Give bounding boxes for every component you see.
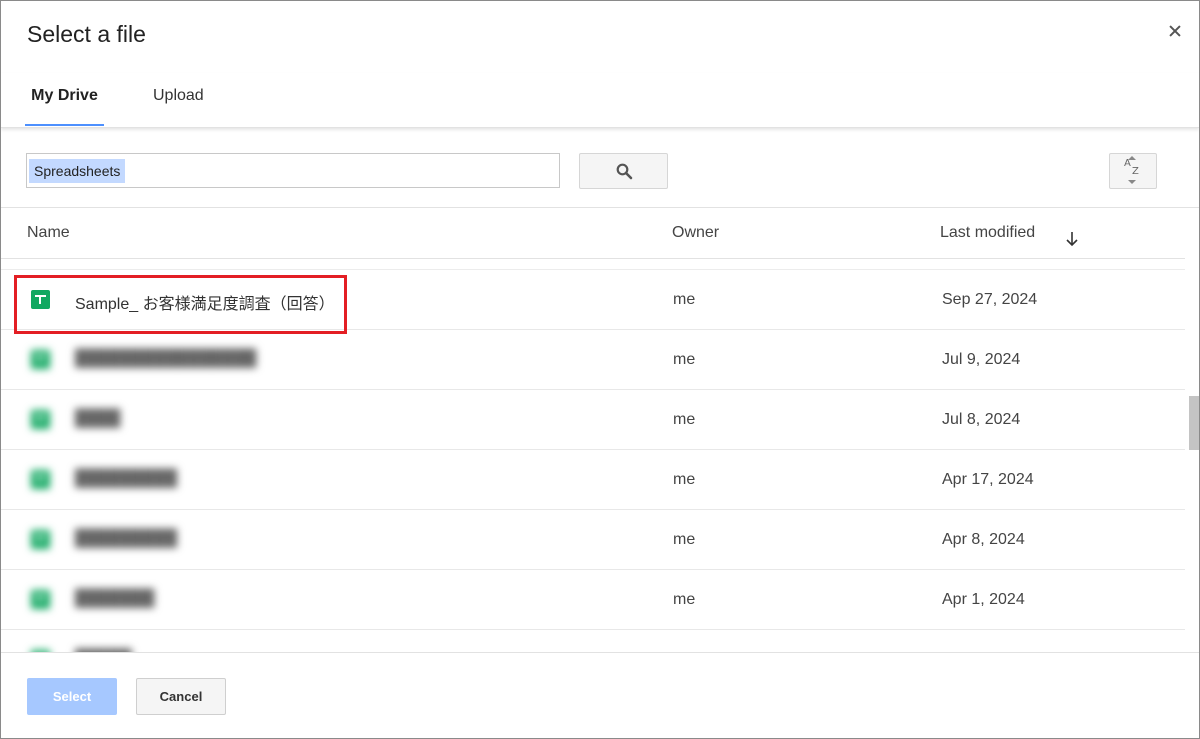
scrollbar[interactable]: [1185, 259, 1199, 652]
file-date: Apr 8, 2024: [942, 531, 1025, 548]
column-header-name[interactable]: Name: [27, 224, 70, 242]
file-owner: me: [673, 411, 696, 428]
search-icon: [616, 163, 633, 180]
file-owner: me: [673, 351, 696, 368]
search-button[interactable]: [579, 153, 668, 189]
divider: [1, 207, 1199, 208]
file-row[interactable]: ███████ me Apr 1, 2024: [1, 570, 1185, 630]
tab-my-drive[interactable]: My Drive: [25, 85, 104, 126]
sort-arrow-down-icon[interactable]: [1064, 230, 1080, 248]
file-row[interactable]: ████ me Jul 8, 2024: [1, 390, 1185, 450]
file-date: Jul 9, 2024: [942, 351, 1021, 368]
file-owner: me: [673, 291, 696, 308]
close-icon[interactable]: [1167, 23, 1183, 39]
file-name-redacted: █████████: [75, 470, 178, 487]
file-name-redacted: ████: [75, 410, 121, 427]
column-header-owner[interactable]: Owner: [672, 224, 719, 242]
divider: [1, 258, 1185, 259]
file-row[interactable]: █████: [1, 630, 1185, 652]
sort-button[interactable]: AZ: [1109, 153, 1157, 189]
column-header-last-modified[interactable]: Last modified: [940, 224, 1035, 242]
file-name-redacted: █████████: [75, 530, 178, 547]
spreadsheet-icon: [31, 530, 50, 549]
select-button[interactable]: Select: [27, 678, 117, 715]
file-date: Sep 27, 2024: [942, 291, 1038, 308]
spreadsheet-icon: [31, 350, 50, 369]
spreadsheet-icon: [31, 470, 50, 489]
file-date: Apr 17, 2024: [942, 471, 1034, 488]
spreadsheet-icon: [31, 590, 50, 609]
file-owner: me: [673, 531, 696, 548]
file-date: Jul 8, 2024: [942, 411, 1021, 428]
file-name-redacted: ███████: [75, 590, 155, 607]
file-row[interactable]: █████████ me Apr 17, 2024: [1, 450, 1185, 510]
search-filter-chip[interactable]: Spreadsheets: [29, 159, 126, 183]
file-row[interactable]: █████████ me Apr 8, 2024: [1, 510, 1185, 570]
file-date: Apr 1, 2024: [942, 591, 1025, 608]
file-owner: me: [673, 591, 696, 608]
cancel-button[interactable]: Cancel: [136, 678, 226, 715]
scrollbar-thumb[interactable]: [1189, 396, 1199, 450]
tab-bar: My Drive Upload: [1, 73, 1199, 128]
file-owner: me: [673, 471, 696, 488]
highlight-annotation: [14, 275, 347, 334]
spreadsheet-icon: [31, 410, 50, 429]
dialog-title: Select a file: [27, 21, 146, 47]
file-picker-dialog: Select a file My Drive Upload Spreadshee…: [0, 0, 1200, 739]
tab-upload[interactable]: Upload: [153, 85, 204, 126]
dialog-footer: Select Cancel: [1, 652, 1199, 738]
file-row[interactable]: ████████████████ me Jul 9, 2024: [1, 330, 1185, 390]
search-input[interactable]: Spreadsheets: [26, 153, 560, 188]
file-name-redacted: ████████████████: [75, 350, 257, 367]
